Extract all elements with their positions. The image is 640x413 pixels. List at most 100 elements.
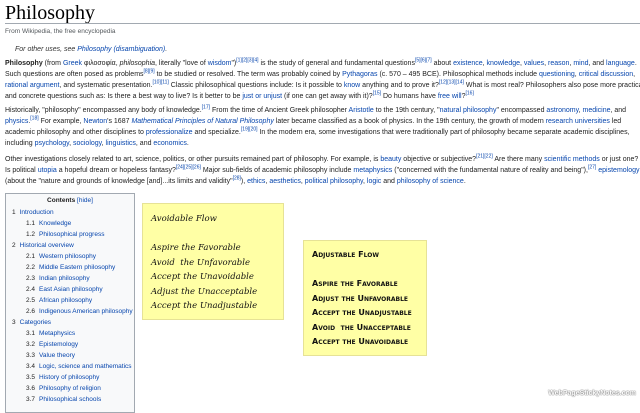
citation-ref[interactable]: [15] — [373, 91, 381, 97]
article-link[interactable]: economics — [153, 140, 186, 147]
toc-number: 1 — [12, 209, 16, 216]
article-link[interactable]: rational argument — [5, 82, 59, 89]
citation-ref[interactable]: [21][22] — [476, 154, 493, 160]
article-link[interactable]: political philosophy — [305, 178, 363, 185]
citation-ref[interactable]: [8][9] — [144, 69, 155, 75]
toc-item[interactable]: 1 Introduction — [6, 207, 134, 218]
article-link[interactable]: sociology — [73, 140, 102, 147]
article-link[interactable]: Pythagoras — [342, 71, 377, 78]
article-link[interactable]: Philosophy (disambiguation) — [77, 46, 165, 53]
note-line: Avoid the Unacceptable — [312, 322, 411, 332]
article-link[interactable]: reason — [548, 60, 569, 67]
article-link[interactable]: linguistics — [106, 140, 136, 147]
toc-item[interactable]: 3.3 Value theory — [6, 350, 134, 361]
article-link[interactable]: scientific methods — [544, 156, 600, 163]
article-link[interactable]: logic — [367, 178, 381, 185]
text-run: later became classified as a book of phy… — [273, 118, 546, 125]
toc-label: Knowledge — [39, 220, 72, 227]
article-link[interactable]: astronomy — [546, 107, 578, 114]
article-link[interactable]: Mathematical Principles of Natural Philo… — [131, 118, 273, 125]
citation-ref[interactable]: [16] — [466, 91, 474, 97]
toc-item[interactable]: 1.2 Philosophical progress — [6, 229, 134, 240]
citation-ref[interactable]: [19][20] — [241, 127, 258, 133]
sticky-note-adjustable-flow[interactable]: Adjustable Flow Aspire the Favorable Adj… — [303, 240, 427, 356]
article-link[interactable]: medicine — [582, 107, 610, 114]
article-link[interactable]: ethics — [247, 178, 265, 185]
citation-ref[interactable]: [5][6][7] — [415, 58, 432, 64]
note-line: Avoid the Unfavorable — [151, 257, 250, 268]
citation-ref[interactable]: [28] — [233, 176, 241, 182]
text-run: philosophia — [119, 60, 156, 67]
toc-item[interactable]: 2.6 Indigenous American philosophy — [6, 306, 134, 317]
article-link[interactable]: utopia — [38, 167, 57, 174]
toc-label: Middle Eastern philosophy — [39, 264, 116, 271]
text-run: (from — [42, 60, 63, 67]
article-link[interactable]: professionalize — [146, 129, 193, 136]
toc-hide-link[interactable]: [hide] — [77, 197, 93, 204]
text-run: Historically, "philosophy" encompassed a… — [5, 107, 202, 114]
toc-item[interactable]: 1.1 Knowledge — [6, 218, 134, 229]
article-link[interactable]: physics — [5, 118, 28, 125]
site-subtitle: From Wikipedia, the free encyclopedia — [5, 28, 116, 35]
toc-item[interactable]: 2.4 East Asian philosophy — [6, 284, 134, 295]
text-run: Do humans have — [381, 93, 438, 100]
citation-ref[interactable]: [12][13][14] — [439, 80, 464, 86]
article-link[interactable]: Greek — [63, 60, 82, 67]
hatnote: For other uses, see Philosophy (disambig… — [15, 46, 167, 53]
toc-heading: Contents — [47, 197, 76, 204]
citation-ref[interactable]: [17] — [202, 105, 210, 111]
toc-item[interactable]: 3.6 Philosophy of religion — [6, 383, 134, 394]
article-link[interactable]: wisdom — [208, 60, 232, 67]
article-link[interactable]: Aristotle — [349, 107, 374, 114]
toc-item[interactable]: 3.2 Epistemology — [6, 339, 134, 350]
article-link[interactable]: aesthetics — [269, 178, 301, 185]
article-link[interactable]: metaphysics — [353, 167, 392, 174]
article-link[interactable]: Newton — [83, 118, 107, 125]
toc-item[interactable]: 3.5 History of philosophy — [6, 372, 134, 383]
article-link[interactable]: know — [344, 82, 360, 89]
text-run: For other uses, see — [15, 46, 78, 53]
article-link[interactable]: mind — [573, 60, 588, 67]
paragraph-history: Historically, "philosophy" encompassed a… — [5, 105, 640, 149]
article-link[interactable]: questioning — [539, 71, 575, 78]
text-run: . — [463, 178, 466, 185]
citation-ref[interactable]: [1][2][3][4] — [236, 58, 258, 64]
article-link[interactable]: free will — [438, 93, 462, 100]
citation-ref[interactable]: [10][11] — [152, 80, 168, 86]
article-link[interactable]: values — [524, 60, 544, 67]
text-run: Are there many — [492, 156, 545, 163]
text-run: (c. 570 – 495 BCE). Philosophical method… — [377, 71, 539, 78]
article-link[interactable]: natural philosophy — [440, 107, 497, 114]
text-run: , and — [610, 107, 627, 114]
article-link[interactable]: knowledge — [487, 60, 520, 67]
toc-item[interactable]: 2.5 African philosophy — [6, 295, 134, 306]
note-title: Adjustable Flow — [312, 250, 379, 259]
sticky-note-avoidable-flow[interactable]: Avoidable Flow Aspire the Favorable Avoi… — [142, 203, 284, 320]
toc-item[interactable]: 2.2 Middle Eastern philosophy — [6, 262, 134, 273]
toc-number: 3.5 — [26, 374, 36, 381]
citation-ref[interactable]: [18] — [30, 116, 38, 122]
toc-item[interactable]: 2.3 Indian philosophy — [6, 273, 134, 284]
text-run: Other investigations closely related to … — [5, 156, 381, 163]
text-run: From the time of Ancient Greek philosoph… — [210, 107, 349, 114]
article-link[interactable]: beauty — [380, 156, 401, 163]
toc-number: 3 — [12, 319, 16, 326]
toc-item[interactable]: 3.1 Metaphysics — [6, 328, 134, 339]
article-link[interactable]: existence — [453, 60, 483, 67]
toc-item[interactable]: 2 Historical overview — [6, 240, 134, 251]
article-link[interactable]: philosophy of science — [397, 178, 464, 185]
article-link[interactable]: psychology — [35, 140, 70, 147]
toc-item[interactable]: 3.4 Logic, science and mathematics — [6, 361, 134, 372]
citation-ref[interactable]: [24][25][26] — [176, 165, 201, 171]
text-run: , and — [588, 60, 607, 67]
note-line: Adjust the Unacceptable — [151, 286, 258, 297]
article-link[interactable]: language — [606, 60, 635, 67]
toc-label: Introduction — [19, 209, 54, 216]
toc-item[interactable]: 2.1 Western philosophy — [6, 251, 134, 262]
toc-item[interactable]: 3 Categories — [6, 317, 134, 328]
article-link[interactable]: critical discussion — [579, 71, 633, 78]
article-link[interactable]: research universities — [546, 118, 610, 125]
text-run: , literally "love of — [155, 60, 208, 67]
article-link[interactable]: epistemology — [598, 167, 639, 174]
article-link[interactable]: just or unjust — [242, 93, 282, 100]
